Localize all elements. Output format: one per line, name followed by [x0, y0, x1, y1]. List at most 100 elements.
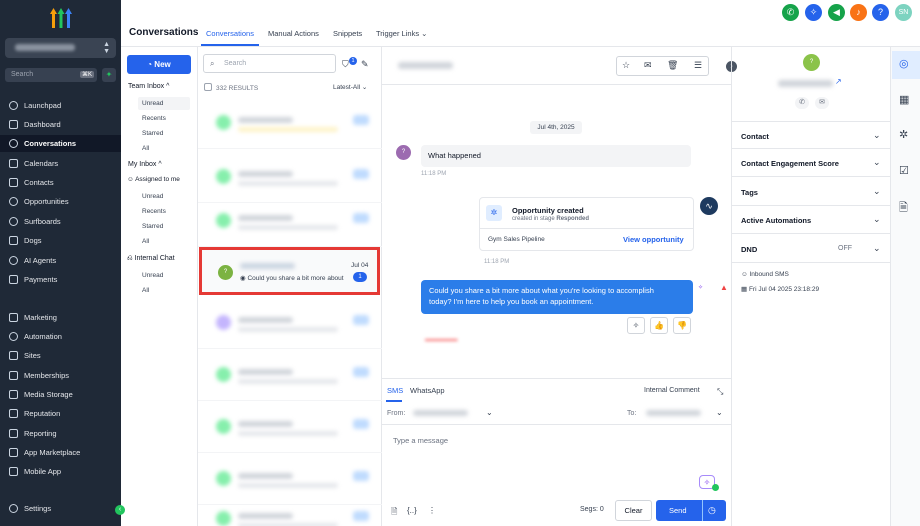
quick-action-icon[interactable]: ✦: [102, 68, 116, 82]
external-link-icon[interactable]: ↗: [835, 77, 842, 86]
thumbs-up-icon[interactable]: 👍: [650, 317, 668, 334]
section-dnd[interactable]: DND OFF ⌄: [732, 235, 890, 263]
more-options-icon[interactable]: ⋮: [428, 506, 436, 515]
my-all[interactable]: All: [142, 238, 149, 245]
tab-manual-actions[interactable]: Manual Actions: [268, 29, 319, 38]
chevron-down-icon[interactable]: ⌄: [486, 408, 493, 417]
section-contact[interactable]: Contact ⌄: [732, 121, 890, 149]
opportunities-icon[interactable]: ✲: [899, 128, 908, 141]
team-recents[interactable]: Recents: [142, 115, 166, 122]
message-input[interactable]: Type a message: [393, 436, 448, 445]
chevron-down-icon[interactable]: ⌄: [716, 408, 723, 417]
section-tags[interactable]: Tags ⌄: [732, 178, 890, 206]
select-all-checkbox[interactable]: [204, 83, 212, 91]
nav-item-opportunities[interactable]: Opportunities: [0, 193, 121, 210]
filter-icon[interactable]: ⛉: [342, 59, 349, 70]
account-switcher[interactable]: ▲ ▼: [5, 38, 116, 58]
to-number-redacted[interactable]: [646, 410, 701, 416]
team-unread[interactable]: Unread: [142, 100, 163, 107]
mail-icon[interactable]: ✉: [644, 60, 652, 71]
nav-item-automation[interactable]: Automation: [0, 328, 121, 345]
nav-search[interactable]: Search ⌘K: [5, 68, 97, 82]
nav-item-launchpad[interactable]: Launchpad: [0, 97, 121, 114]
nav-item-ai-agents[interactable]: AI Agents: [0, 252, 121, 269]
nav-item-reputation[interactable]: Reputation: [0, 405, 121, 422]
contact-details-icon[interactable]: ◎: [899, 57, 909, 70]
help-icon[interactable]: ?: [872, 4, 889, 21]
tab-sms[interactable]: SMS: [387, 386, 403, 395]
nav-item-contacts[interactable]: Contacts: [0, 174, 121, 191]
nav-item-settings[interactable]: Settings: [0, 500, 121, 517]
list-item[interactable]: [198, 97, 382, 149]
sort-dropdown[interactable]: Latest-All ⌄: [333, 83, 367, 91]
nav-item-dogs[interactable]: Dogs: [0, 232, 121, 249]
section-active-automations[interactable]: Active Automations ⌄: [732, 206, 890, 234]
new-conversation-button[interactable]: ◔ New: [127, 55, 191, 74]
custom-values-icon[interactable]: {..}: [407, 506, 417, 515]
collapse-icon[interactable]: ⤡: [717, 387, 723, 397]
team-starred[interactable]: Starred: [142, 130, 163, 137]
phone-icon[interactable]: ✆: [782, 4, 799, 21]
list-item[interactable]: [198, 493, 382, 526]
nav-item-memberships[interactable]: Memberships: [0, 367, 121, 384]
nav-item-app-marketplace[interactable]: App Marketplace: [0, 444, 121, 461]
send-button[interactable]: Send ◷: [656, 500, 726, 521]
list-item[interactable]: [198, 349, 382, 401]
magic-wand-icon[interactable]: ✧: [805, 4, 822, 21]
nav-item-mobile-app[interactable]: Mobile App: [0, 463, 121, 480]
my-inbox-header[interactable]: My Inbox ^: [128, 161, 162, 168]
filter-lines-icon[interactable]: ☰: [694, 60, 702, 71]
megaphone-icon[interactable]: ◀: [828, 4, 845, 21]
calendar-icon[interactable]: ▦: [899, 93, 909, 106]
clear-button[interactable]: Clear: [615, 500, 652, 521]
team-inbox-header[interactable]: Team Inbox ^: [128, 83, 169, 90]
results-count[interactable]: 332 RESULTS: [204, 83, 258, 92]
nav-item-media-storage[interactable]: Media Storage: [0, 386, 121, 403]
chat-all[interactable]: All: [142, 287, 149, 294]
nav-item-surfboards[interactable]: Surfboards: [0, 213, 121, 230]
nav-item-calendars[interactable]: Calendars: [0, 155, 121, 172]
nav-item-reporting[interactable]: Reporting: [0, 425, 121, 442]
team-all[interactable]: All: [142, 145, 149, 152]
star-icon[interactable]: ☆: [622, 60, 630, 71]
email-icon[interactable]: ✉: [815, 97, 829, 109]
nav-item-sites[interactable]: Sites: [0, 347, 121, 364]
list-item[interactable]: [198, 297, 382, 349]
selected-conversation[interactable]: ? ◉ Could you share a bit more about Jul…: [199, 247, 380, 295]
media-storage-icon: [9, 390, 18, 399]
internal-chat-header[interactable]: ⎌ Internal Chat: [127, 255, 175, 263]
my-unread[interactable]: Unread: [142, 193, 163, 200]
chat-unread[interactable]: Unread: [142, 272, 163, 279]
nav-item-payments[interactable]: Payments: [0, 271, 121, 288]
my-recents[interactable]: Recents: [142, 208, 166, 215]
nav-item-dashboard[interactable]: Dashboard: [0, 116, 121, 133]
view-opportunity-link[interactable]: View opportunity: [623, 235, 684, 244]
my-starred[interactable]: Starred: [142, 223, 163, 230]
contact-name-redacted: [238, 171, 293, 177]
list-item[interactable]: [198, 401, 382, 453]
call-icon[interactable]: ✆: [795, 97, 809, 109]
schedule-icon[interactable]: ◷: [708, 500, 716, 521]
list-item[interactable]: [198, 195, 382, 247]
internal-comment-toggle[interactable]: Internal Comment: [644, 387, 700, 394]
trash-icon[interactable]: 🗑: [667, 60, 678, 71]
nav-item-marketing[interactable]: Marketing: [0, 309, 121, 326]
attachment-icon[interactable]: 🗎: [391, 506, 397, 520]
nav-item-conversations[interactable]: Conversations: [0, 135, 121, 152]
tab-snippets[interactable]: Snippets: [333, 29, 362, 38]
tab-trigger-links[interactable]: Trigger Links ⌄: [376, 29, 427, 38]
notes-icon[interactable]: 🗎: [899, 199, 908, 218]
assigned-to-me[interactable]: ☺ Assigned to me: [127, 176, 180, 183]
user-avatar[interactable]: SN: [895, 4, 912, 21]
avatar: [216, 471, 231, 486]
tab-whatsapp[interactable]: WhatsApp: [410, 386, 445, 395]
ai-rewrite-button[interactable]: ✧: [627, 317, 645, 334]
from-number-redacted[interactable]: [413, 410, 468, 416]
conversation-search-input[interactable]: ⌕ Search: [203, 54, 336, 73]
tasks-icon[interactable]: ☑: [899, 164, 909, 177]
section-engagement-score[interactable]: Contact Engagement Score ⌄: [732, 149, 890, 177]
bell-icon[interactable]: ♪: [850, 4, 867, 21]
compose-icon[interactable]: ✎: [361, 59, 369, 70]
tab-conversations[interactable]: Conversations: [206, 29, 254, 38]
thumbs-down-icon[interactable]: 👎: [673, 317, 691, 334]
